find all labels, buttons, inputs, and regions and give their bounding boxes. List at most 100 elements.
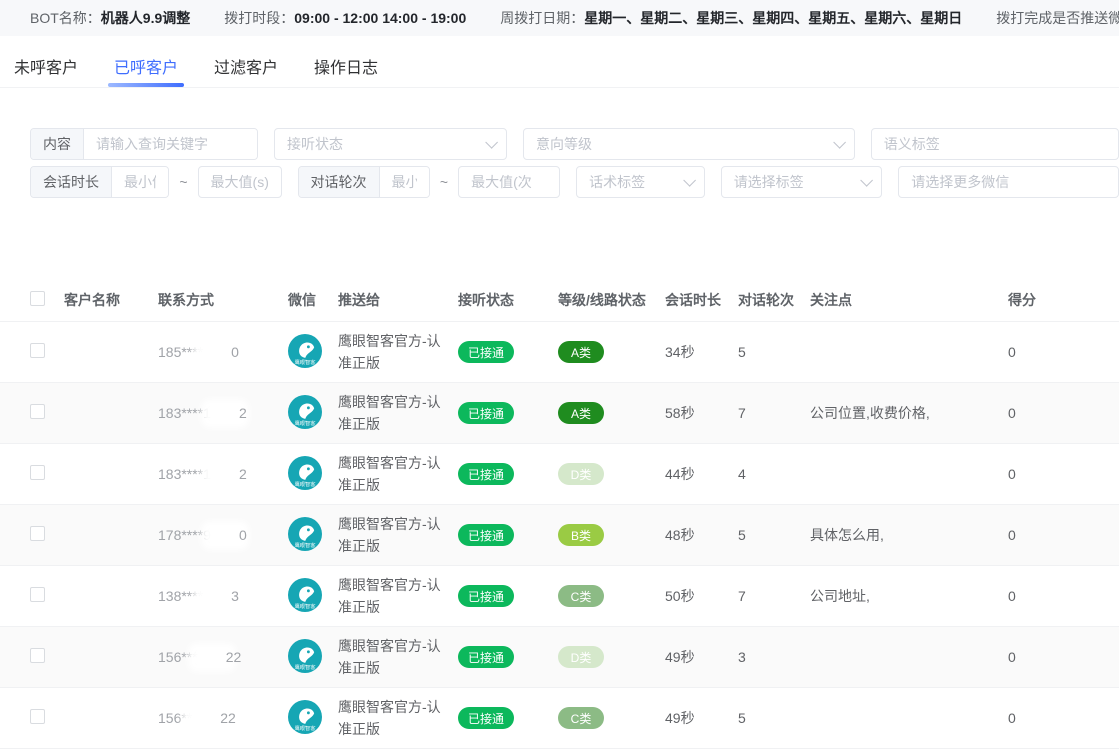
row-checkbox[interactable] [30,343,45,358]
svg-text:鹰眼智客: 鹰眼智客 [294,418,316,426]
answer-status-badge: 已接通 [458,463,514,485]
rounds-cell: 4 [738,466,810,482]
table-row[interactable]: 183****12 鹰眼智客 鹰眼智客官方-认准正版 已接通 D类 44秒 4 … [0,444,1119,505]
intent-level-select[interactable]: 意向等级 [523,128,855,160]
answer-status-badge: 已接通 [458,341,514,363]
score-cell: 0 [1008,527,1088,543]
redaction-blur [200,345,234,360]
duration-cell: 44秒 [665,464,738,484]
svg-text:鹰眼智客: 鹰眼智客 [294,723,316,731]
duration-cell: 49秒 [665,708,738,728]
svg-text:鹰眼智客: 鹰眼智客 [294,479,316,487]
score-cell: 0 [1008,710,1088,726]
level-badge: C类 [558,585,604,607]
header-contact: 联系方式 [158,290,288,310]
filter-panel: 内容 接听状态 意向等级 会话时长 ~ 对话轮次 ~ 话术标签 请 [0,128,1119,198]
score-cell: 0 [1008,466,1088,482]
row-checkbox[interactable] [30,648,45,663]
table-header: 客户名称 联系方式 微信 推送给 接听状态 等级/线路状态 会话时长 对话轮次 … [0,278,1119,322]
rounds-max-input[interactable] [458,166,560,198]
bot-info-bar: BOT名称： 机器人9.9调整 拨打时段： 09:00 - 12:00 14:0… [0,0,1119,36]
select-all-checkbox[interactable] [30,291,45,306]
focus-cell: 公司位置,收费价格, [810,403,1008,423]
called-customers-table: 客户名称 联系方式 微信 推送给 接听状态 等级/线路状态 会话时长 对话轮次 … [0,278,1119,749]
score-cell: 0 [1008,588,1088,604]
rounds-filter-group: 对话轮次 [298,166,430,198]
level-badge: D类 [558,463,604,485]
table-row[interactable]: 183****12 鹰眼智客 鹰眼智客官方-认准正版 已接通 A类 58秒 7 … [0,383,1119,444]
duration-min-input[interactable] [112,167,168,197]
level-badge: C类 [558,707,604,729]
redaction-blur [195,650,229,665]
dial-period-item: 拨打时段： 09:00 - 12:00 14:00 - 19:00 [224,8,466,28]
table-row[interactable]: 178****90 鹰眼智客 鹰眼智客官方-认准正版 已接通 B类 48秒 5 … [0,505,1119,566]
rounds-min-input[interactable] [380,167,429,197]
table-row[interactable]: 156***22 鹰眼智客 鹰眼智客官方-认准正版 已接通 D类 49秒 3 0 [0,627,1119,688]
duration-cell: 48秒 [665,525,738,545]
filter-row-1: 内容 接听状态 意向等级 [30,128,1119,160]
tilde-separator: ~ [179,174,187,190]
answer-status-badge: 已接通 [458,585,514,607]
answer-status-badge: 已接通 [458,646,514,668]
push-target-cell: 鹰眼智客官方-认准正版 [338,452,458,496]
tab-operation-log[interactable]: 操作日志 [310,54,382,87]
table-row[interactable]: 185****0 鹰眼智客 鹰眼智客官方-认准正版 已接通 A类 34秒 5 0 [0,322,1119,383]
wechat-avatar-icon: 鹰眼智客 [288,456,322,490]
tab-uncalled-customers[interactable]: 未呼客户 [10,54,82,87]
redaction-blur [189,711,223,726]
content-keyword-input[interactable] [84,129,257,159]
row-checkbox[interactable] [30,465,45,480]
wechat-avatar-icon: 鹰眼智客 [288,334,322,368]
row-checkbox[interactable] [30,526,45,541]
header-score: 得分 [1008,290,1088,310]
script-tag-select[interactable]: 话术标签 [576,166,705,198]
level-badge: B类 [558,524,604,546]
more-wechat-input[interactable] [898,166,1119,198]
header-rounds: 对话轮次 [738,290,810,310]
table-row[interactable]: 156**22 鹰眼智客 鹰眼智客官方-认准正版 已接通 C类 49秒 5 0 [0,688,1119,749]
duration-max-input[interactable] [198,166,282,198]
phone-cell: 138****3 [158,588,288,605]
push-target-cell: 鹰眼智客官方-认准正版 [338,391,458,435]
select-tag-select[interactable]: 请选择标签 [721,166,883,198]
level-badge: A类 [558,341,604,363]
svg-text:鹰眼智客: 鹰眼智客 [294,601,316,609]
bot-name-value: 机器人9.9调整 [101,8,190,28]
dial-period-label: 拨打时段： [224,8,294,28]
table-row[interactable]: 138****3 鹰眼智客 鹰眼智客官方-认准正版 已接通 C类 50秒 7 公… [0,566,1119,627]
row-checkbox[interactable] [30,404,45,419]
svg-text:鹰眼智客: 鹰眼智客 [294,357,316,365]
bot-name-label: BOT名称： [30,8,101,28]
duration-cell: 34秒 [665,342,738,362]
phone-cell: 183****12 [158,405,288,422]
semantic-tag-input[interactable] [871,128,1119,160]
header-push-to: 推送给 [338,290,458,310]
content-filter-group: 内容 [30,128,258,160]
tab-called-customers[interactable]: 已呼客户 [110,54,182,87]
chevron-down-icon [485,136,498,149]
header-level: 等级/线路状态 [558,290,665,310]
tab-filtered-customers[interactable]: 过滤客户 [210,54,282,87]
redaction-blur [208,528,242,543]
listen-status-select[interactable]: 接听状态 [274,128,507,160]
duration-filter-group: 会话时长 [30,166,169,198]
row-checkbox[interactable] [30,709,45,724]
rounds-cell: 5 [738,710,810,726]
svg-text:鹰眼智客: 鹰眼智客 [294,662,316,670]
score-cell: 0 [1008,344,1088,360]
push-target-cell: 鹰眼智客官方-认准正版 [338,574,458,618]
phone-cell: 156***22 [158,649,288,666]
rounds-cell: 7 [738,588,810,604]
chevron-down-icon [683,174,696,187]
duration-cell: 50秒 [665,586,738,606]
phone-cell: 183****12 [158,466,288,483]
header-answer-status: 接听状态 [458,290,558,310]
duration-filter-label: 会话时长 [31,167,112,197]
phone-cell: 156**22 [158,710,288,727]
phone-cell: 185****0 [158,344,288,361]
row-checkbox[interactable] [30,587,45,602]
tab-bar: 未呼客户 已呼客户 过滤客户 操作日志 [0,36,1119,88]
dial-period-value: 09:00 - 12:00 14:00 - 19:00 [294,10,466,26]
tilde-separator: ~ [440,174,448,190]
rounds-cell: 7 [738,405,810,421]
